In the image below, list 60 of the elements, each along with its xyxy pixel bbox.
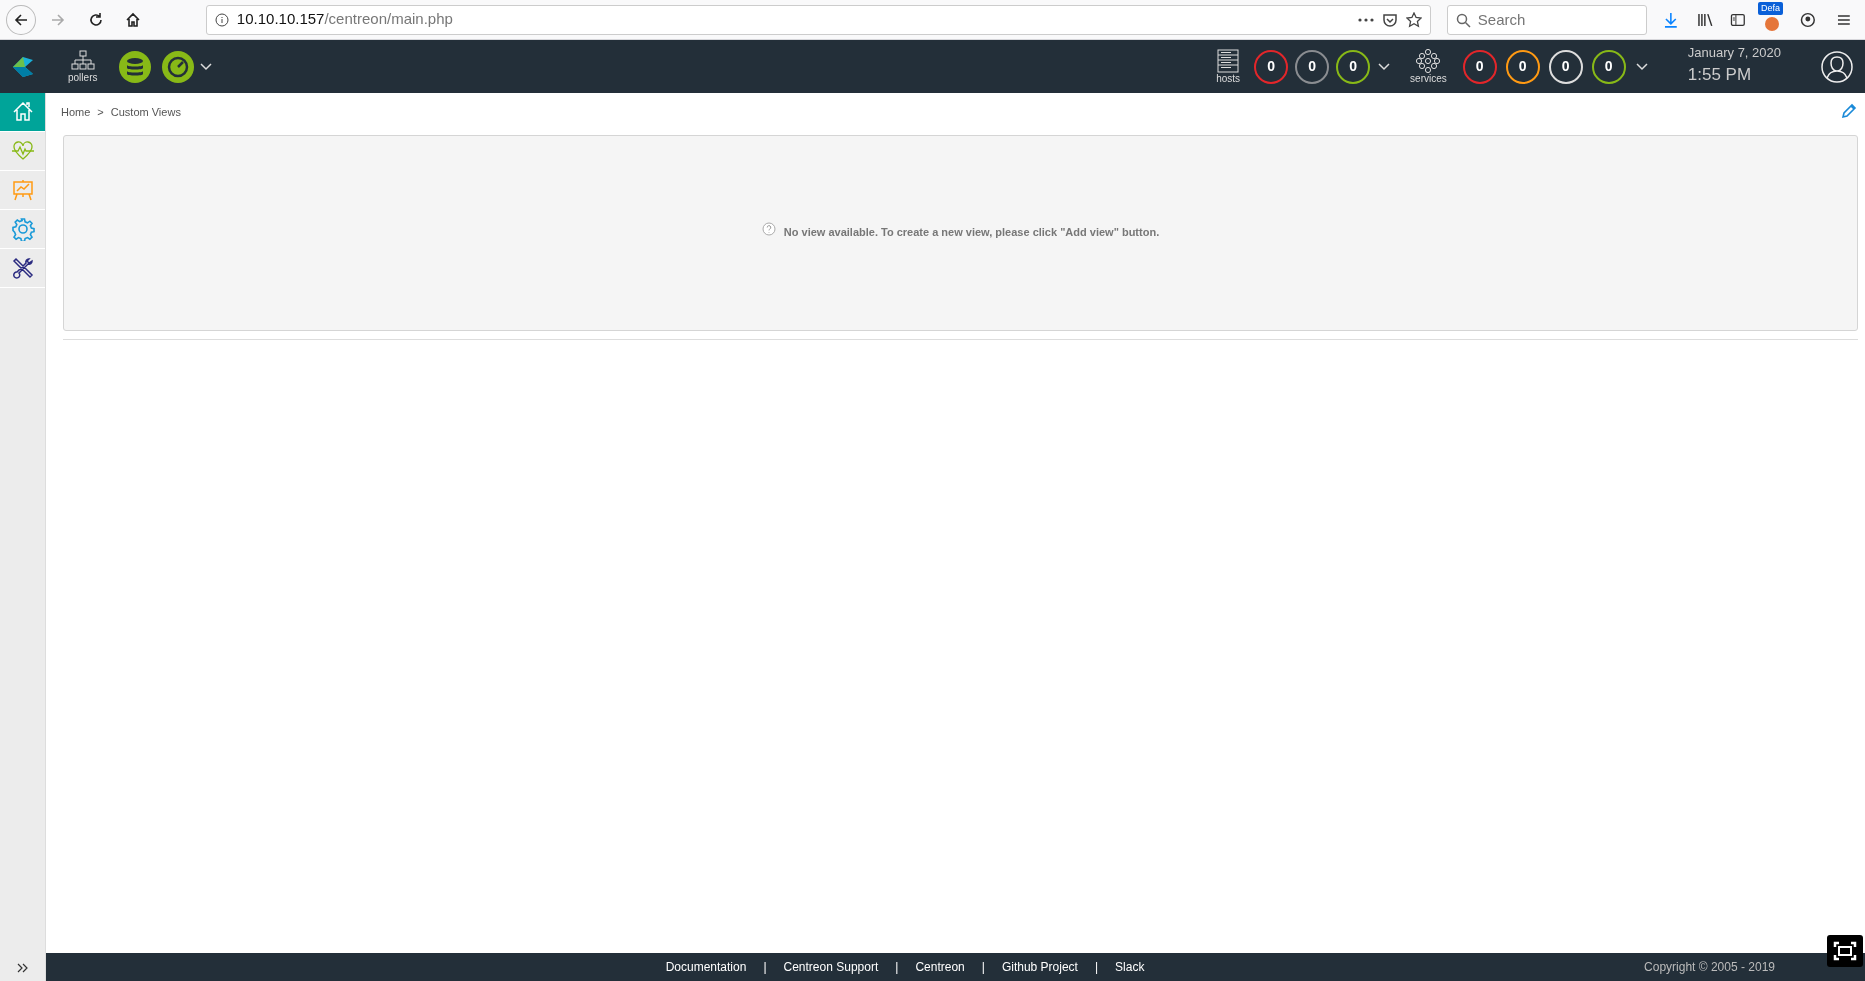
status-count[interactable]: 0: [1254, 49, 1289, 84]
pocket-icon[interactable]: [1381, 11, 1398, 28]
arrow-right-icon: [50, 11, 67, 28]
network-icon: [70, 50, 95, 72]
pollers-button[interactable]: pollers: [68, 50, 98, 83]
chart-board-icon: [10, 178, 35, 202]
copyright-text: Copyright © 2005 - 2019: [1644, 959, 1775, 976]
help-icon: [761, 221, 776, 236]
sidebar-icon[interactable]: [1730, 11, 1746, 28]
status-count[interactable]: 0: [1295, 49, 1330, 84]
arrow-left-icon: [12, 11, 29, 28]
status-count[interactable]: 0: [1548, 49, 1583, 84]
tools-icon: [10, 256, 35, 280]
services-icon: [1415, 49, 1442, 73]
search-field[interactable]: Search: [1446, 4, 1647, 35]
footer-separator: |: [1094, 959, 1099, 976]
double-chevron-icon: [16, 963, 29, 973]
status-count[interactable]: 0: [1462, 49, 1497, 84]
profile-badge: Defa: [1757, 1, 1783, 15]
home-icon: [125, 11, 142, 28]
database-icon[interactable]: [119, 50, 152, 83]
server-icon: [1217, 49, 1240, 73]
star-icon[interactable]: [1405, 11, 1422, 28]
user-icon[interactable]: [1821, 50, 1853, 83]
footer-separator: |: [763, 959, 767, 976]
footer-link[interactable]: Centreon: [915, 958, 965, 976]
caret-icon[interactable]: [1635, 62, 1648, 71]
footer-link[interactable]: Documentation: [665, 958, 747, 976]
status-count[interactable]: 0: [1336, 49, 1371, 84]
current-date: January 7, 2020: [1687, 45, 1781, 63]
edit-icon[interactable]: [1841, 103, 1857, 119]
status-count[interactable]: 0: [1505, 49, 1540, 84]
footer-link[interactable]: Github Project: [1001, 958, 1078, 976]
library-icon[interactable]: [1696, 11, 1715, 28]
services-button[interactable]: services: [1410, 49, 1447, 84]
menu-icon[interactable]: [1837, 12, 1851, 27]
reload-icon: [87, 11, 104, 28]
breadcrumb-link[interactable]: Home: [61, 104, 91, 121]
address-bar[interactable]: 10.10.10.157/centreon/main.php: [205, 4, 1431, 35]
footer-separator: |: [981, 959, 985, 976]
settings-icon: [10, 217, 35, 241]
hosts-button[interactable]: hosts: [1216, 49, 1241, 84]
caret-icon[interactable]: [200, 62, 213, 71]
breadcrumb-separator: >: [97, 105, 104, 120]
search-icon: [1455, 12, 1471, 28]
logo-icon[interactable]: [11, 55, 35, 78]
caret-icon[interactable]: [1378, 62, 1391, 71]
download-icon[interactable]: [1662, 11, 1679, 28]
info-icon: [214, 12, 229, 27]
status-count[interactable]: 0: [1591, 49, 1626, 84]
empty-message: No view available. To create a new view, please click "Add view" button.: [783, 225, 1160, 241]
account-icon[interactable]: [1799, 11, 1816, 28]
breadcrumb-link[interactable]: Custom Views: [110, 104, 181, 121]
footer-separator: |: [895, 959, 899, 976]
current-time: 1:55 PM: [1687, 64, 1753, 87]
fullscreen-icon[interactable]: [1827, 935, 1863, 967]
footer-link[interactable]: Centreon Support: [783, 958, 879, 976]
gauge-icon[interactable]: [162, 50, 195, 83]
footer-link[interactable]: Slack: [1115, 958, 1145, 976]
more-icon[interactable]: [1357, 17, 1374, 22]
